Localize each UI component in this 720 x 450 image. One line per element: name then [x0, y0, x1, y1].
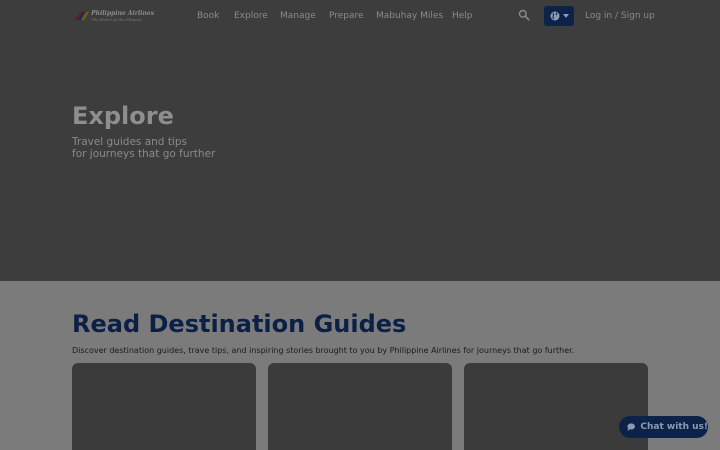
hero-subtitle: Travel guides and tips for journeys that… [72, 136, 215, 160]
nav-item-explore[interactable]: Explore [234, 11, 268, 21]
page-title: Explore [72, 102, 174, 130]
guide-card[interactable] [268, 363, 452, 450]
logo-text: Philippine Airlines The Heart of the Fil… [91, 9, 154, 22]
logo-name: Philippine Airlines [91, 9, 154, 17]
chat-bubble-icon [627, 423, 635, 431]
site-header: Philippine Airlines The Heart of the Fil… [0, 0, 720, 32]
login-signup-link[interactable]: Log in / Sign up [585, 11, 655, 21]
language-selector-button[interactable] [544, 6, 574, 26]
nav-item-manage[interactable]: Manage [280, 11, 316, 21]
chat-with-us-button[interactable]: Chat with us! [619, 416, 708, 438]
hero-subtitle-line-2: for journeys that go further [72, 148, 216, 160]
nav-item-prepare[interactable]: Prepare [329, 11, 364, 21]
logo-tagline: The Heart of the Filipino [91, 16, 142, 22]
search-icon[interactable] [518, 9, 530, 21]
globe-icon [550, 11, 559, 21]
nav-item-book[interactable]: Book [197, 11, 219, 21]
philippine-airlines-logo[interactable]: Philippine Airlines The Heart of the Fil… [74, 8, 154, 24]
section-title: Read Destination Guides [72, 310, 407, 338]
hero-subtitle-line-1: Travel guides and tips [72, 136, 187, 148]
guide-card[interactable] [72, 363, 256, 450]
caret-down-icon [562, 14, 569, 18]
guide-card[interactable] [464, 363, 648, 450]
airline-logo-mark-icon [74, 11, 90, 21]
chat-label: Chat with us! [640, 422, 708, 432]
hero-banner: Explore Travel guides and tips for journ… [0, 32, 720, 281]
nav-item-mabuhay-miles[interactable]: Mabuhay Miles [376, 11, 443, 21]
section-description: Discover destination guides, trave tips,… [72, 346, 575, 355]
nav-item-help[interactable]: Help [452, 11, 473, 21]
